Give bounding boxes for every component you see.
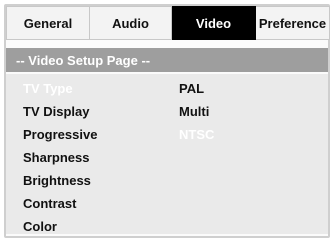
menu-item-progressive[interactable]: Progressive xyxy=(23,124,97,146)
option-multi[interactable]: Multi xyxy=(179,101,209,123)
settings-list: TV Type TV Display Progressive Sharpness… xyxy=(6,74,328,234)
option-pal[interactable]: PAL xyxy=(179,78,204,100)
menu-item-color[interactable]: Color xyxy=(23,216,57,238)
tab-video[interactable]: Video xyxy=(172,6,256,40)
tab-general[interactable]: General xyxy=(6,6,90,40)
menu-item-sharpness[interactable]: Sharpness xyxy=(23,147,89,169)
menu-item-brightness[interactable]: Brightness xyxy=(23,170,91,192)
menu-item-tv-display[interactable]: TV Display xyxy=(23,101,89,123)
menu-item-contrast[interactable]: Contrast xyxy=(23,193,76,215)
page-title: -- Video Setup Page -- xyxy=(16,52,151,68)
tab-audio[interactable]: Audio xyxy=(90,6,172,40)
tab-bar: General Audio Video Preference xyxy=(6,6,330,40)
menu-item-tv-type[interactable]: TV Type xyxy=(23,78,73,100)
tab-preference[interactable]: Preference xyxy=(256,6,330,40)
option-ntsc[interactable]: NTSC xyxy=(179,124,214,146)
page-title-bar: -- Video Setup Page -- xyxy=(6,48,328,72)
